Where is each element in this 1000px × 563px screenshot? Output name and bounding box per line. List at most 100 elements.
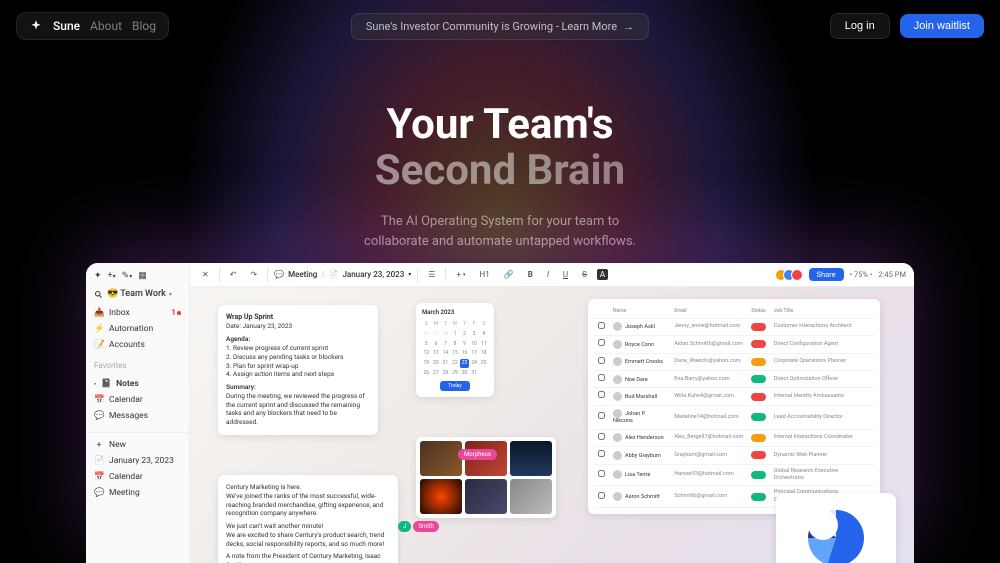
calendar-card[interactable]: March 2023 SMTWTFS2627281234567891011121… [416,303,494,397]
table-row[interactable]: Emmett Crooks Dana_Waelchi@yahoo.com Cor… [594,353,874,370]
breadcrumb[interactable]: 💬 Meeting / 📄 January 23, 2023 ▾ [274,270,411,279]
table-row[interactable]: Noe Dare Ena.Barry@yahoo.com Direct Opti… [594,371,874,388]
bullet-icon: • [94,381,96,388]
table-row[interactable]: Alex Henderson Alex_Berge97@hotmail.com … [594,429,874,446]
h1-button[interactable]: H1 [476,268,494,281]
workspace-selector[interactable]: 😎 Team Work ▾ [107,289,181,299]
table-row[interactable]: Royce Conn Aidan.Schmitt6@gmail.com Dire… [594,336,874,353]
link-icon[interactable]: 🔗 [500,268,518,281]
avatar [613,375,622,384]
row-checkbox[interactable] [598,339,605,346]
avatar [613,392,622,401]
today-button[interactable]: Today [440,381,469,392]
close-icon[interactable]: ✕ [198,268,213,281]
sidebar-inbox[interactable]: 📥 Inbox 1 [86,305,189,321]
text-color-button[interactable]: A [597,269,608,280]
plus-icon[interactable]: +▾ [108,271,116,281]
row-checkbox[interactable] [598,357,605,364]
list-icon[interactable]: ☰ [424,268,439,281]
sidebar-recent-item[interactable]: 📅Calendar [86,469,189,485]
row-checkbox[interactable] [598,391,605,398]
logo-icon [29,19,43,33]
image-thumbnail[interactable] [420,441,462,476]
notes-icon: 📓 [101,379,111,389]
doc-icon: 📅 [94,472,104,482]
italic-button[interactable]: I [543,268,553,281]
user-tag-morpheus: Morpheus [458,449,497,460]
login-button[interactable]: Log in [830,13,890,39]
brand-pill[interactable]: Sune About Blog [16,12,169,40]
redo-icon[interactable]: ↷ [246,268,261,281]
sidebar-new[interactable]: + New [86,437,189,453]
investor-banner[interactable]: Sune's Investor Community is Growing - L… [351,13,649,40]
join-waitlist-button[interactable]: Join waitlist [900,14,984,38]
sidebar-notes[interactable]: • 📓 Notes [86,376,189,392]
doc-icon: 💬 [94,488,104,498]
table-row[interactable]: Lisa Terrie Hanser93@hotmail.com Global … [594,464,874,486]
compass-icon[interactable]: ✦ [94,271,102,281]
row-checkbox[interactable] [598,412,605,419]
table-row[interactable]: Johan P Nikcons Madeline14@hotmail.com L… [594,405,874,429]
table-row[interactable]: Joseph Askl Jenny_annie@hotmail.com Cust… [594,318,874,335]
chat-icon: 💬 [274,270,284,279]
table-row[interactable]: Abby Grayburn Grayburn@gmail.com Dynamic… [594,447,874,464]
avatar [791,269,803,281]
image-thumbnail[interactable] [420,479,462,514]
nav-about[interactable]: About [90,19,122,33]
doc-toolbar: ✕ ↶ ↷ 💬 Meeting / 📄 January 23, 2023 ▾ ☰… [190,263,914,287]
sidebar-recent-item[interactable]: 💬Meeting [86,485,189,501]
image-grid-card[interactable]: Morpheus J Smith [416,437,556,518]
bold-button[interactable]: B [524,268,537,281]
banner-text: Sune's Investor Community is Growing - L… [366,20,617,33]
grid-icon[interactable]: ▦ [138,271,147,281]
app-preview: ✦ +▾ ✎▾ ▦ 😎 Team Work ▾ 📥 Inbox 1 ⚡ Auto… [86,263,914,563]
favorites-header: Favorites [86,357,189,372]
avatar [613,492,622,501]
sidebar-automation[interactable]: ⚡ Automation [86,321,189,337]
strike-button[interactable]: S [578,268,591,281]
row-checkbox[interactable] [598,492,605,499]
donut-chart-card[interactable] [776,493,896,563]
row-checkbox[interactable] [598,450,605,457]
row-checkbox[interactable] [598,374,605,381]
inbox-icon: 📥 [94,308,104,318]
current-time: 2:45 PM [878,270,906,279]
status-badge [751,451,765,459]
table-card[interactable]: NameEmailStatusJob Title Joseph Askl Jen… [588,299,880,514]
zoom-level[interactable]: • 75% • [850,270,873,279]
note-card-century[interactable]: Century Marketing is here. We've joined … [218,475,398,563]
row-checkbox[interactable] [598,322,605,329]
note-card-sprint[interactable]: Wrap Up Sprint Date: January 23, 2023 Ag… [218,305,378,435]
contacts-table: NameEmailStatusJob Title Joseph Askl Jen… [594,305,874,508]
sidebar-accounts[interactable]: 📝 Accounts [86,337,189,353]
share-button[interactable]: Share [809,268,844,281]
search-icon[interactable] [94,290,103,299]
sidebar-messages[interactable]: 💬 Messages [86,408,189,424]
doc-icon: 📄 [94,456,104,466]
status-badge [751,471,765,479]
avatar [613,433,622,442]
hero-subtitle: The AI Operating System for your team to… [0,212,1000,251]
avatar [613,340,622,349]
status-badge [751,323,765,331]
calendar-icon: 📅 [94,395,104,405]
image-thumbnail[interactable] [510,479,552,514]
add-icon[interactable]: +▾ [452,268,469,281]
avatar [613,357,622,366]
presence-avatars [779,269,803,281]
sidebar-recent-item[interactable]: 📄January 23, 2023 [86,453,189,469]
avatar [613,409,622,418]
undo-icon[interactable]: ↶ [226,268,241,281]
table-row[interactable]: Bud Marshall Willa.Kuhn4@gmail.com Inter… [594,388,874,405]
image-thumbnail[interactable] [465,479,507,514]
row-checkbox[interactable] [598,433,605,440]
avatar [613,470,622,479]
hero: Your Team's Second Brain The AI Operatin… [0,102,1000,251]
sidebar-calendar[interactable]: 📅 Calendar [86,392,189,408]
pencil-icon[interactable]: ✎▾ [122,271,133,281]
row-checkbox[interactable] [598,470,605,477]
underline-button[interactable]: U [559,268,572,281]
image-thumbnail[interactable] [510,441,552,476]
nav-blog[interactable]: Blog [132,19,156,33]
status-badge [751,413,765,421]
